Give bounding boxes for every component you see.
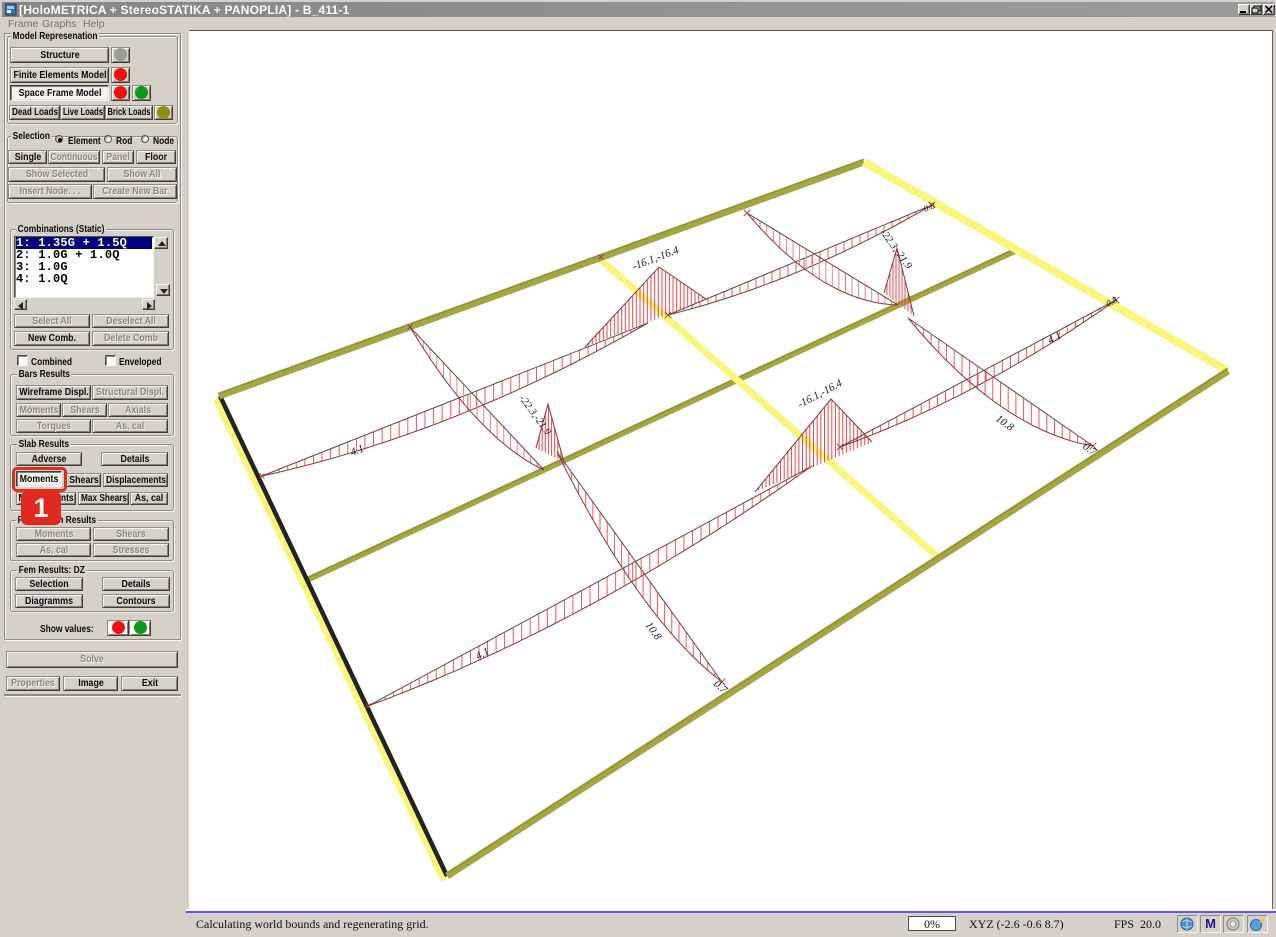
svg-text:10.8: 10.8 (643, 620, 664, 643)
svg-text:4.1: 4.1 (1046, 330, 1064, 347)
svg-text:10.8: 10.8 (993, 413, 1016, 434)
svg-text:-16.1,-16.4: -16.1,-16.4 (631, 244, 681, 273)
svg-text:-22.3,-21.9: -22.3,-21.9 (517, 393, 554, 438)
svg-text:4.1: 4.1 (474, 646, 492, 663)
svg-text:4.1: 4.1 (349, 443, 366, 459)
